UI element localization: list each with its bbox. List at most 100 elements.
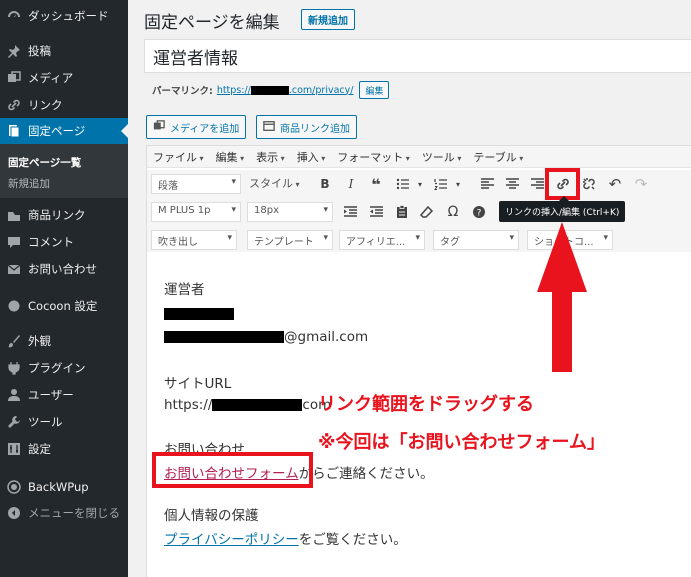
sidebar-item-media[interactable]: メディア bbox=[0, 65, 128, 91]
add-media-button[interactable]: メディアを追加 bbox=[146, 115, 247, 139]
align-right-button[interactable] bbox=[527, 174, 547, 194]
bullet-list-dropdown[interactable]: ▾ bbox=[410, 174, 430, 194]
annotation-note: ※今回は「お問い合わせフォーム」 bbox=[318, 432, 605, 453]
blockquote-button[interactable]: ❝ bbox=[366, 174, 386, 194]
sidebar-item-label: プラグイン bbox=[28, 361, 86, 375]
sidebar-item-links[interactable]: リンク bbox=[0, 92, 128, 118]
paste-text-button[interactable] bbox=[392, 202, 412, 222]
permalink-url[interactable]: https:// .com/privacy/ bbox=[217, 85, 354, 96]
sidebar-item-dashboard[interactable]: ダッシュボード bbox=[0, 3, 128, 29]
permalink-edit-button[interactable]: 編集 bbox=[359, 81, 390, 99]
privacy-policy-link[interactable]: プライバシーポリシー bbox=[164, 532, 299, 548]
sidebar-item-settings[interactable]: 設定 bbox=[0, 436, 128, 462]
sidebar-item-label: ダッシュボード bbox=[28, 9, 109, 23]
undo-icon: ↶ bbox=[608, 175, 622, 193]
special-character-button[interactable]: Ω bbox=[443, 202, 463, 222]
align-left-icon bbox=[480, 178, 494, 189]
mail-icon bbox=[6, 261, 22, 277]
settings-icon bbox=[6, 441, 22, 457]
align-left-button[interactable] bbox=[477, 174, 497, 194]
contact-rest-text: からご連絡ください。 bbox=[298, 466, 434, 482]
tag-select[interactable]: タグ bbox=[433, 230, 519, 250]
clear-formatting-button[interactable] bbox=[417, 202, 437, 222]
collapse-icon bbox=[6, 505, 22, 521]
product-link-icon bbox=[263, 120, 275, 135]
redo-icon: ↷ bbox=[634, 175, 648, 193]
sidebar-item-tools[interactable]: ツール bbox=[0, 409, 128, 435]
add-new-button[interactable]: 新規追加 bbox=[301, 9, 355, 30]
pages-submenu: 固定ページ一覧 新規追加 bbox=[0, 144, 128, 198]
font-family-select[interactable]: M PLUS 1p bbox=[151, 202, 241, 222]
font-size-select[interactable]: 18px bbox=[247, 202, 333, 222]
media-icon bbox=[153, 119, 165, 135]
post-title-input[interactable]: 運営者情報 bbox=[144, 39, 691, 73]
menu-file[interactable]: ファイル bbox=[153, 149, 204, 165]
quote-icon: ❝ bbox=[371, 174, 381, 194]
redo-button[interactable]: ↷ bbox=[631, 174, 651, 194]
help-button[interactable]: ? bbox=[469, 202, 489, 222]
sidebar-item-contact[interactable]: お問い合わせ bbox=[0, 256, 128, 282]
unlink-button[interactable] bbox=[579, 174, 599, 194]
insert-link-tooltip: リンクの挿入/編集 (Ctrl+K) bbox=[499, 196, 626, 222]
permalink-url-prefix: https:// bbox=[216, 84, 251, 96]
sidebar-item-collapse-menu[interactable]: メニューを閉じる bbox=[0, 500, 128, 526]
align-center-button[interactable] bbox=[502, 174, 522, 194]
sidebar-item-label: ツール bbox=[28, 415, 63, 429]
sidebar-item-label: 設定 bbox=[28, 442, 51, 456]
format-select[interactable]: 段落 bbox=[151, 174, 241, 194]
affiliate-select[interactable]: アフィリエ... bbox=[339, 230, 425, 250]
menu-format[interactable]: フォーマット bbox=[337, 149, 410, 165]
omega-icon: Ω bbox=[447, 204, 459, 220]
italic-button[interactable]: I bbox=[341, 174, 361, 194]
template-select[interactable]: テンプレート bbox=[247, 230, 333, 250]
site-url-prefix: https:// bbox=[164, 397, 213, 413]
brush-icon bbox=[6, 333, 22, 349]
sidebar-item-cocoon-settings[interactable]: Cocoon 設定 bbox=[0, 293, 128, 319]
menu-edit[interactable]: 編集 bbox=[216, 149, 245, 165]
sidebar-item-plugins[interactable]: プラグイン bbox=[0, 355, 128, 381]
sidebar-item-label: 商品リンク bbox=[28, 208, 86, 222]
sidebar-item-appearance[interactable]: 外観 bbox=[0, 328, 128, 354]
wrench-icon bbox=[6, 414, 22, 430]
align-center-icon bbox=[505, 178, 519, 189]
redacted-name bbox=[164, 308, 234, 320]
sidebar-item-posts[interactable]: 投稿 bbox=[0, 38, 128, 64]
sidebar-item-label: 固定ページ bbox=[28, 124, 86, 138]
permalink-row: パーマリンク: https:// .com/privacy/ 編集 bbox=[152, 81, 390, 99]
indent-icon bbox=[343, 206, 357, 217]
sidebar-item-label: 外観 bbox=[28, 334, 51, 348]
redacted-domain bbox=[250, 85, 289, 95]
cocoon-icon bbox=[6, 298, 22, 314]
balloon-select[interactable]: 吹き出し bbox=[151, 230, 237, 250]
dashboard-icon bbox=[6, 8, 22, 24]
sidebar-item-label: お問い合わせ bbox=[28, 262, 97, 276]
menu-tools[interactable]: ツール bbox=[422, 149, 462, 165]
sidebar-item-label: リンク bbox=[28, 98, 63, 112]
indent-button[interactable] bbox=[340, 202, 360, 222]
numbered-list-dropdown[interactable]: ▾ bbox=[448, 174, 468, 194]
menu-table[interactable]: テーブル bbox=[473, 149, 523, 165]
add-product-link-button[interactable]: 商品リンク追加 bbox=[256, 115, 357, 139]
add-product-link-label: 商品リンク追加 bbox=[280, 123, 350, 135]
undo-button[interactable]: ↶ bbox=[605, 174, 625, 194]
sidebar-item-label: ユーザー bbox=[28, 388, 74, 402]
sidebar-item-comments[interactable]: コメント bbox=[0, 229, 128, 255]
bold-button[interactable]: B bbox=[315, 174, 335, 194]
sidebar-item-label: Cocoon 設定 bbox=[28, 299, 98, 313]
menu-insert[interactable]: 挿入 bbox=[297, 149, 326, 165]
menu-view[interactable]: 表示 bbox=[256, 149, 285, 165]
submenu-item-add-new[interactable]: 新規追加 bbox=[8, 176, 50, 191]
add-media-label: メディアを追加 bbox=[170, 123, 240, 135]
outdent-button[interactable] bbox=[366, 202, 386, 222]
site-url-heading: サイトURL bbox=[164, 376, 232, 392]
sidebar-item-backwpup[interactable]: BackWPup bbox=[0, 474, 128, 500]
sidebar-item-users[interactable]: ユーザー bbox=[0, 382, 128, 408]
backwpup-icon bbox=[6, 479, 22, 495]
sidebar-item-product-links[interactable]: 商品リンク bbox=[0, 202, 128, 228]
annotation-drag-instruction: リンク範囲をドラッグする bbox=[318, 394, 534, 415]
style-select[interactable]: スタイル bbox=[249, 175, 300, 193]
sidebar-item-pages[interactable]: 固定ページ bbox=[0, 118, 128, 144]
submenu-item-all-pages[interactable]: 固定ページ一覧 bbox=[8, 155, 81, 170]
permalink-url-suffix: .com/privacy/ bbox=[288, 84, 354, 96]
privacy-rest-text: をご覧ください。 bbox=[298, 532, 407, 548]
